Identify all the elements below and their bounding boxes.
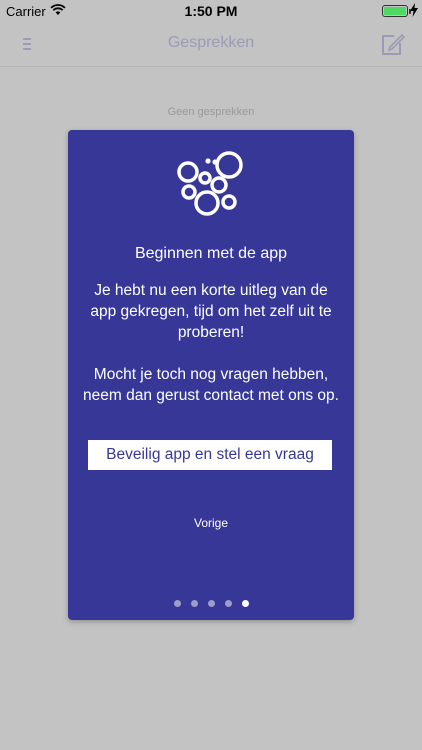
modal-title: Beginnen met de app (134, 245, 288, 262)
battery-icon (382, 5, 411, 17)
page-dot[interactable] (224, 600, 232, 607)
page-indicator (68, 600, 354, 607)
page-dot[interactable] (190, 600, 198, 607)
compose-icon[interactable] (378, 30, 406, 58)
empty-list-label: Geen gesprekken (167, 106, 255, 118)
status-time: 1:50 PM (184, 3, 238, 19)
nav-divider (0, 66, 422, 67)
modal-paragraph: Mocht je toch nog vragen hebben, neem da… (83, 366, 339, 404)
modal-body: Je hebt nu een korte uitleg van de app g… (82, 280, 340, 406)
page-title: Gesprekken (167, 34, 255, 51)
page-dot[interactable] (207, 600, 215, 607)
page-dot[interactable] (173, 600, 181, 607)
bubbles-logo-icon (177, 151, 243, 216)
charging-bolt-icon (410, 3, 418, 17)
previous-link[interactable]: Vorige (68, 516, 354, 530)
page-dot-active[interactable] (241, 600, 249, 607)
modal-paragraph: Je hebt nu een korte uitleg van de app g… (90, 282, 332, 341)
navigation-bar: Gesprekken (0, 22, 422, 66)
secure-app-ask-question-button[interactable]: Beveilig app en stel een vraag (88, 440, 332, 470)
status-bar: Carrier 1:50 PM (0, 0, 422, 22)
onboarding-modal: Beginnen met de app Je hebt nu een korte… (68, 130, 354, 620)
